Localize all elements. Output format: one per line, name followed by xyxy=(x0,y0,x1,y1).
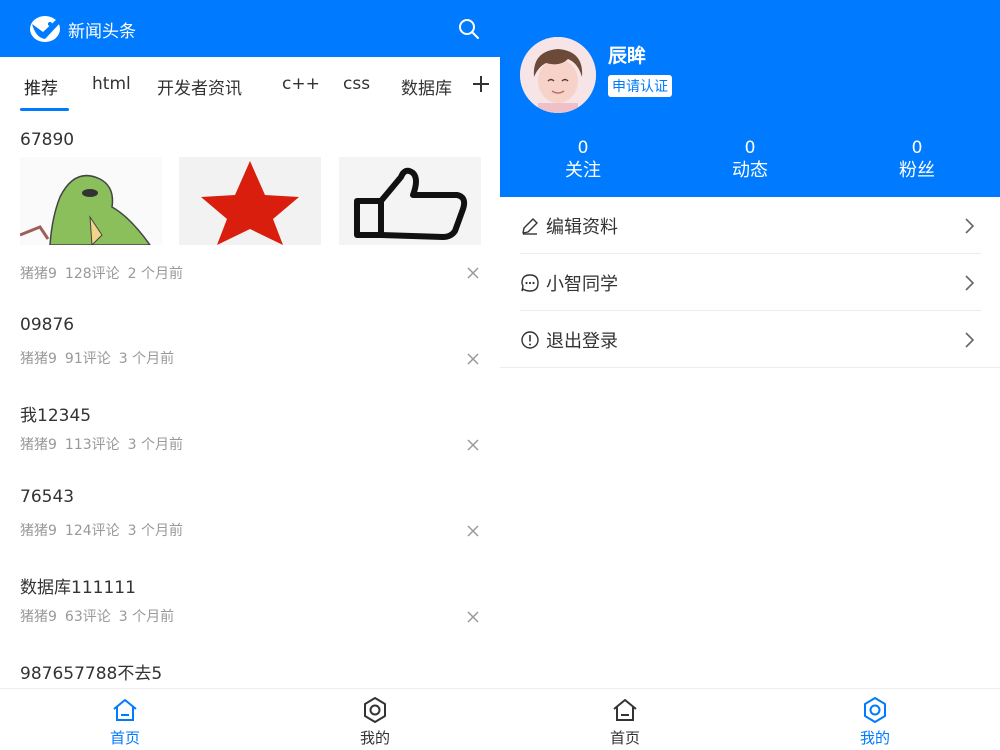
chat-bubble-icon xyxy=(521,274,539,292)
tab-html[interactable]: html xyxy=(92,74,131,94)
article-images xyxy=(20,157,481,245)
stat-following[interactable]: 0 关注 xyxy=(500,138,666,184)
article-item[interactable]: 数据库111111 猪猪9 63评论 3 个月前 xyxy=(0,554,500,640)
bottom-tabbar: 首页 我的 xyxy=(500,688,1000,750)
article-comments: 91评论 xyxy=(64,351,111,367)
menu-label: 退出登录 xyxy=(546,331,618,352)
chevron-right-icon xyxy=(965,218,975,234)
stat-value: 0 xyxy=(911,138,923,158)
article-author: 猪猪9 xyxy=(20,609,57,625)
article-item[interactable]: 09876 猪猪9 91评论 3 个月前 xyxy=(0,296,500,382)
tab-recommend[interactable]: 推荐 xyxy=(24,74,58,99)
tabbar-home[interactable]: 首页 xyxy=(0,689,250,750)
article-meta: 猪猪9 113评论 3 个月前 xyxy=(20,434,191,454)
article-author: 猪猪9 xyxy=(20,351,57,367)
tab-database[interactable]: 数据库 xyxy=(401,74,452,99)
gear-icon xyxy=(864,697,886,723)
stat-followers[interactable]: 0 粉丝 xyxy=(834,138,1000,184)
tabbar-label: 我的 xyxy=(359,729,390,747)
menu-edit-profile[interactable]: 编辑资料 xyxy=(520,197,981,254)
profile-header: 辰眸 申请认证 0 关注 0 动态 0 粉丝 xyxy=(500,0,1000,197)
article-item[interactable]: 67890 猪猪9 128评论 2 个月前 xyxy=(0,114,500,296)
chevron-right-icon xyxy=(965,275,975,291)
app-title: 新闻头条 xyxy=(68,22,136,42)
home-icon xyxy=(113,699,137,721)
stat-label: 粉丝 xyxy=(899,160,935,181)
red-star-image xyxy=(179,157,321,245)
article-meta: 猪猪9 63评论 3 个月前 xyxy=(20,606,182,626)
tab-cpp[interactable]: c++ xyxy=(282,74,320,94)
article-comments: 128评论 xyxy=(64,266,120,282)
avatar[interactable] xyxy=(520,37,596,113)
article-title[interactable]: 76543 xyxy=(20,487,74,507)
article-title[interactable]: 数据库111111 xyxy=(20,573,136,598)
stat-value: 0 xyxy=(577,138,589,158)
close-icon[interactable] xyxy=(466,352,480,366)
article-time: 3 个月前 xyxy=(127,437,184,453)
stat-posts[interactable]: 0 动态 xyxy=(667,138,833,184)
tabbar-label: 首页 xyxy=(109,729,140,747)
article-comments: 63评论 xyxy=(64,609,111,625)
pencil-icon xyxy=(522,218,538,235)
article-author: 猪猪9 xyxy=(20,523,57,539)
article-time: 2 个月前 xyxy=(127,266,184,282)
menu-logout[interactable]: 退出登录 xyxy=(500,311,1000,368)
article-title[interactable]: 67890 xyxy=(20,130,74,150)
menu-assistant[interactable]: 小智同学 xyxy=(520,254,981,311)
username: 辰眸 xyxy=(608,45,647,67)
article-meta: 猪猪9 128评论 2 个月前 xyxy=(20,263,191,283)
article-time: 3 个月前 xyxy=(127,523,184,539)
chevron-right-icon xyxy=(965,332,975,348)
article-meta: 猪猪9 124评论 3 个月前 xyxy=(20,520,191,540)
article-item[interactable]: 我12345 猪猪9 113评论 3 个月前 xyxy=(0,382,500,468)
exclamation-circle-icon xyxy=(521,331,539,349)
bottom-tabbar: 首页 我的 xyxy=(0,688,500,750)
close-icon[interactable] xyxy=(466,438,480,452)
home-icon xyxy=(613,699,637,721)
article-list: 67890 猪猪9 128评论 2 个月前 09876 猪猪9 91评论 3 个… xyxy=(0,114,500,688)
gear-icon xyxy=(364,697,386,723)
tab-developer-news[interactable]: 开发者资讯 xyxy=(157,74,242,99)
stat-label: 关注 xyxy=(565,160,601,181)
profile-screen: 辰眸 申请认证 0 关注 0 动态 0 粉丝 编辑资料 小智同学 退出登录 首页… xyxy=(500,0,1000,750)
close-icon[interactable] xyxy=(466,610,480,624)
article-title[interactable]: 09876 xyxy=(20,315,74,335)
tabbar-home[interactable]: 首页 xyxy=(500,689,750,750)
article-title[interactable]: 我12345 xyxy=(20,401,91,426)
stat-value: 0 xyxy=(744,138,756,158)
article-author: 猪猪9 xyxy=(20,266,57,282)
article-item[interactable]: 987657788不去5 xyxy=(0,640,500,688)
stat-label: 动态 xyxy=(732,160,768,181)
article-time: 3 个月前 xyxy=(118,351,175,367)
menu-label: 编辑资料 xyxy=(546,217,618,238)
dinosaur-image xyxy=(20,157,162,245)
thumbs-up-image xyxy=(339,157,481,245)
menu-label: 小智同学 xyxy=(546,274,618,295)
app-header: 新闻头条 xyxy=(0,0,500,57)
tabbar-mine[interactable]: 我的 xyxy=(250,689,500,750)
article-time: 3 个月前 xyxy=(118,609,175,625)
plus-icon[interactable] xyxy=(470,73,492,95)
news-feed-screen: 新闻头条 推荐 html 开发者资讯 c++ css 数据库 67890 猪猪9… xyxy=(0,0,500,750)
close-icon[interactable] xyxy=(466,266,480,280)
apply-verification-button[interactable]: 申请认证 xyxy=(608,75,672,97)
close-icon[interactable] xyxy=(466,524,480,538)
tabbar-mine[interactable]: 我的 xyxy=(750,689,1000,750)
search-icon[interactable] xyxy=(456,16,482,42)
article-author: 猪猪9 xyxy=(20,437,57,453)
article-comments: 124评论 xyxy=(64,523,120,539)
active-tab-indicator xyxy=(20,108,69,111)
bird-logo-icon xyxy=(30,16,61,42)
article-title[interactable]: 987657788不去5 xyxy=(20,659,162,684)
channel-tabs: 推荐 html 开发者资讯 c++ css 数据库 xyxy=(0,57,500,114)
article-item[interactable]: 76543 猪猪9 124评论 3 个月前 xyxy=(0,468,500,554)
tabbar-label: 首页 xyxy=(609,729,640,747)
article-meta: 猪猪9 91评论 3 个月前 xyxy=(20,348,182,368)
tabbar-label: 我的 xyxy=(859,729,890,747)
tab-css[interactable]: css xyxy=(343,74,370,94)
article-comments: 113评论 xyxy=(64,437,120,453)
